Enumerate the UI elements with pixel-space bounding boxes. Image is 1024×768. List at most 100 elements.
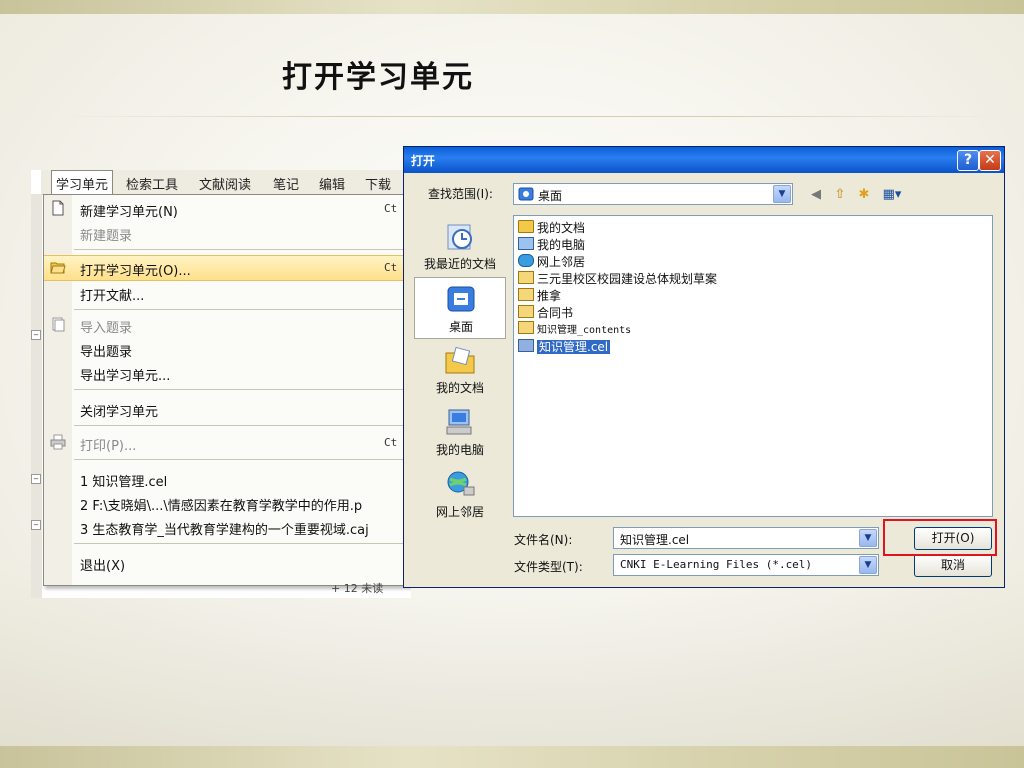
back-icon[interactable]: ◀ bbox=[808, 187, 824, 203]
place-my-documents[interactable]: 我的文档 bbox=[414, 339, 506, 401]
filetype-label: 文件类型(T): bbox=[514, 560, 583, 574]
look-in-label: 查找范围(I): bbox=[428, 187, 493, 201]
network-icon bbox=[518, 254, 534, 267]
cancel-button[interactable]: 取消 bbox=[914, 554, 992, 577]
folder-icon bbox=[518, 321, 534, 334]
menu-separator bbox=[74, 459, 410, 460]
bottom-decor-band bbox=[0, 746, 1024, 768]
close-button[interactable]: ✕ bbox=[979, 150, 1001, 171]
desktop-icon bbox=[447, 286, 475, 312]
menubar: 学习单元 检索工具 文献阅读 笔记 编辑 下载 bbox=[41, 170, 411, 197]
menu-item-label: 打印(P)... bbox=[80, 439, 137, 454]
menu-item-label: 退出(X) bbox=[80, 559, 126, 574]
menu-screenshot: 学习单元 检索工具 文献阅读 笔记 编辑 下载 − − − 新建学习单元(N) … bbox=[31, 170, 411, 598]
file-name: 我的文档 bbox=[537, 221, 586, 235]
menu-item-label: 2 F:\支晓娟\...\情感因素在教育学教学中的作用.p bbox=[80, 499, 363, 514]
shortcut-text: Ct bbox=[384, 261, 398, 274]
new-folder-icon[interactable]: ✱ bbox=[856, 187, 872, 203]
top-decor-band bbox=[0, 0, 1024, 14]
menu-item-open-document[interactable]: 打开文献... bbox=[44, 281, 411, 305]
menu-item-print[interactable]: 打印(P)... Ct bbox=[44, 431, 411, 455]
tree-expander[interactable]: − bbox=[31, 330, 41, 340]
place-desktop[interactable]: 桌面 bbox=[414, 277, 506, 339]
file-item-selected[interactable]: 知识管理.cel bbox=[518, 338, 611, 354]
look-in-value: 桌面 bbox=[538, 189, 563, 203]
cel-file-icon bbox=[518, 339, 534, 352]
menu-item-recent-1[interactable]: 1 知识管理.cel bbox=[44, 467, 411, 491]
background-list-text: + 12 未读 bbox=[331, 582, 384, 595]
menu-search-tools[interactable]: 检索工具 bbox=[126, 174, 178, 193]
place-my-computer[interactable]: 我的电脑 bbox=[414, 401, 506, 463]
up-folder-icon[interactable]: ⇧ bbox=[832, 187, 848, 203]
printer-icon bbox=[50, 434, 66, 450]
place-label: 桌面 bbox=[448, 320, 473, 334]
filetype-value: CNKI E-Learning Files (*.cel) bbox=[620, 558, 813, 571]
highlight-box bbox=[883, 519, 997, 556]
file-item[interactable]: 我的文档 bbox=[518, 219, 586, 235]
menu-item-export-unit[interactable]: 导出学习单元... bbox=[44, 361, 411, 385]
menu-separator bbox=[74, 425, 410, 426]
menu-item-export-records[interactable]: 导出题录 bbox=[44, 337, 411, 361]
my-computer-icon bbox=[446, 409, 472, 435]
dialog-title: 打开 bbox=[411, 154, 436, 168]
menu-notes[interactable]: 笔记 bbox=[273, 174, 299, 193]
file-name: 知识管理.cel bbox=[537, 340, 611, 354]
menu-item-label: 导入题录 bbox=[80, 321, 133, 336]
menu-item-label: 打开文献... bbox=[80, 289, 145, 304]
tree-strip: − − − bbox=[31, 194, 42, 598]
menu-download[interactable]: 下载 bbox=[365, 174, 391, 193]
menu-item-import-records[interactable]: 导入题录 bbox=[44, 313, 411, 337]
views-menu-icon[interactable]: ▦▾ bbox=[880, 187, 904, 203]
file-name: 三元里校区校园建设总体规划草案 bbox=[537, 272, 718, 286]
file-name: 知识管理_contents bbox=[537, 325, 632, 336]
shortcut-text: Ct bbox=[384, 436, 398, 449]
menu-separator bbox=[74, 389, 410, 390]
menu-learning-unit[interactable]: 学习单元 bbox=[51, 170, 114, 197]
menu-item-label: 3 生态教育学_当代教育学建构的一个重要视域.caj bbox=[80, 523, 369, 538]
chevron-down-icon[interactable]: ▼ bbox=[859, 529, 877, 547]
file-item[interactable]: 推拿 bbox=[518, 287, 561, 303]
menu-item-label: 1 知识管理.cel bbox=[80, 475, 168, 490]
menu-item-close-unit[interactable]: 关闭学习单元 bbox=[44, 397, 411, 421]
look-in-combo[interactable]: 桌面 ▼ bbox=[513, 183, 793, 205]
menu-item-new-unit[interactable]: 新建学习单元(N) Ct bbox=[44, 197, 411, 221]
place-label: 网上邻居 bbox=[435, 505, 484, 519]
file-item[interactable]: 网上邻居 bbox=[518, 253, 585, 269]
menu-item-label: 打开学习单元(O)... bbox=[80, 264, 191, 279]
menu-edit[interactable]: 编辑 bbox=[319, 174, 345, 193]
tree-expander[interactable]: − bbox=[31, 520, 41, 530]
network-icon bbox=[447, 471, 475, 496]
shortcut-text: Ct bbox=[384, 202, 398, 215]
file-item[interactable]: 我的电脑 bbox=[518, 236, 586, 252]
menu-item-recent-2[interactable]: 2 F:\支晓娟\...\情感因素在教育学教学中的作用.p bbox=[44, 491, 411, 515]
file-item[interactable]: 知识管理_contents bbox=[518, 321, 631, 336]
open-folder-icon bbox=[50, 262, 66, 274]
chevron-down-icon[interactable]: ▼ bbox=[773, 185, 791, 203]
folder-icon bbox=[518, 271, 534, 284]
file-item[interactable]: 三元里校区校园建设总体规划草案 bbox=[518, 270, 718, 286]
menu-item-exit[interactable]: 退出(X) bbox=[44, 551, 411, 575]
import-icon bbox=[52, 317, 65, 332]
menu-item-label: 导出题录 bbox=[80, 345, 133, 360]
place-network[interactable]: 网上邻居 bbox=[414, 463, 506, 525]
folder-icon bbox=[518, 220, 534, 233]
title-divider bbox=[60, 116, 1005, 117]
menu-item-recent-3[interactable]: 3 生态教育学_当代教育学建构的一个重要视域.caj bbox=[44, 515, 411, 539]
menu-reading[interactable]: 文献阅读 bbox=[199, 174, 251, 193]
tree-expander[interactable]: − bbox=[31, 474, 41, 484]
help-button[interactable]: ? bbox=[957, 150, 979, 171]
filename-combo[interactable]: 知识管理.cel ▼ bbox=[613, 527, 879, 549]
file-name: 我的电脑 bbox=[537, 238, 586, 252]
filetype-combo[interactable]: CNKI E-Learning Files (*.cel) ▼ bbox=[613, 554, 879, 576]
menu-item-open-unit[interactable]: 打开学习单元(O)... Ct bbox=[44, 255, 411, 281]
my-documents-icon bbox=[445, 346, 475, 374]
menu-separator bbox=[74, 249, 410, 250]
filename-label: 文件名(N): bbox=[514, 533, 573, 547]
computer-icon bbox=[518, 237, 534, 250]
menu-item-new-record[interactable]: 新建题录 bbox=[44, 221, 411, 245]
chevron-down-icon[interactable]: ▼ bbox=[859, 556, 877, 574]
slide-title: 打开学习单元 bbox=[282, 60, 474, 95]
new-document-icon bbox=[52, 200, 64, 216]
file-item[interactable]: 合同书 bbox=[518, 304, 573, 320]
place-recent[interactable]: 我最近的文档 bbox=[414, 215, 506, 277]
